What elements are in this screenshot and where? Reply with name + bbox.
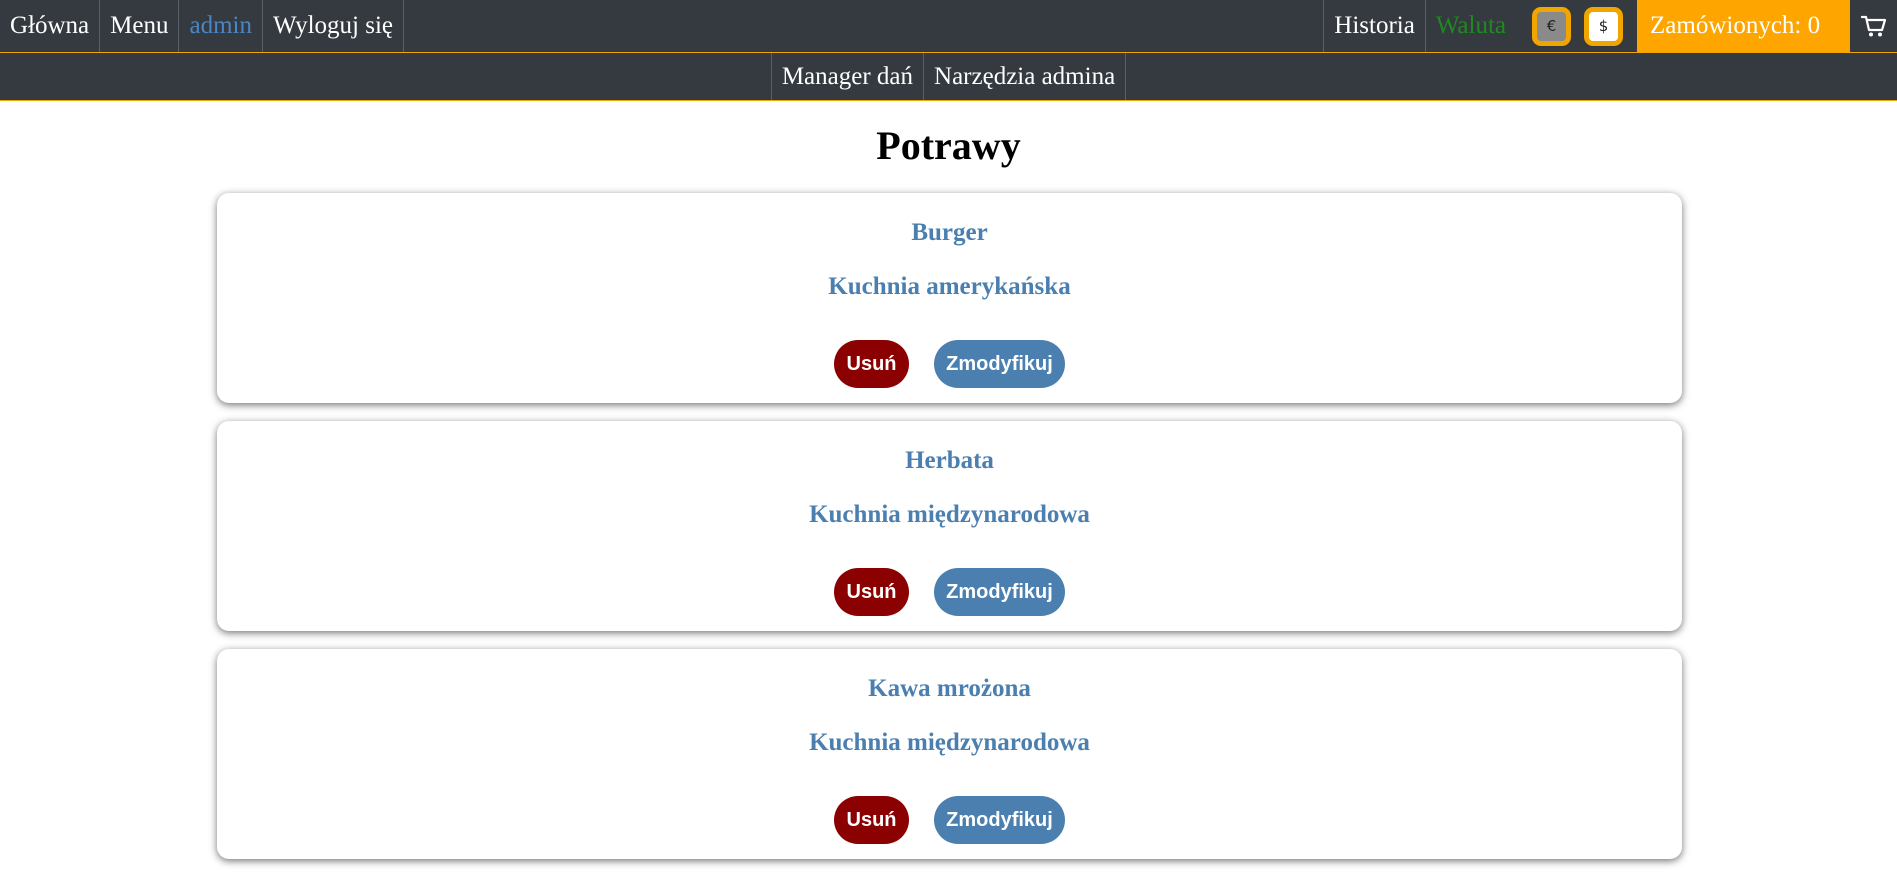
dish-cuisine: Kuchnia amerykańska xyxy=(828,273,1071,300)
modify-dish-button[interactable]: Zmodyfikuj xyxy=(934,568,1065,616)
nav-left: Główna Menu admin Wyloguj się xyxy=(0,0,404,52)
page-title: Potrawy xyxy=(876,123,1021,168)
dish-card: Burger Kuchnia amerykańska Usuń Zmodyfik… xyxy=(217,193,1682,403)
currency-label: Waluta xyxy=(1424,0,1516,52)
nav-home-link[interactable]: Główna xyxy=(0,0,101,52)
modify-dish-button[interactable]: Zmodyfikuj xyxy=(934,796,1065,844)
dish-name: Kawa mrożona xyxy=(868,675,1031,702)
currency-switcher: € $ xyxy=(1516,0,1637,52)
dish-card: Herbata Kuchnia międzynarodowa Usuń Zmod… xyxy=(217,421,1682,631)
dish-list: Burger Kuchnia amerykańska Usuń Zmodyfik… xyxy=(217,193,1682,877)
nav-history-link[interactable]: Historia xyxy=(1323,0,1425,52)
dish-actions: Usuń Zmodyfikuj xyxy=(217,340,1682,388)
nav-logout-link[interactable]: Wyloguj się xyxy=(263,0,404,52)
dish-cuisine: Kuchnia międzynarodowa xyxy=(809,729,1090,756)
modify-dish-button[interactable]: Zmodyfikuj xyxy=(934,340,1065,388)
admin-subnav: Manager dań Narzędzia admina xyxy=(0,53,1897,101)
currency-usd-button[interactable]: $ xyxy=(1584,6,1623,46)
delete-dish-button[interactable]: Usuń xyxy=(834,340,909,388)
delete-dish-button[interactable]: Usuń xyxy=(834,568,909,616)
nav-admin-tools-link[interactable]: Narzędzia admina xyxy=(924,53,1127,100)
dish-cuisine: Kuchnia międzynarodowa xyxy=(809,501,1090,528)
top-navbar: Główna Menu admin Wyloguj się Historia W… xyxy=(0,0,1897,53)
delete-dish-button[interactable]: Usuń xyxy=(834,796,909,844)
nav-user-link[interactable]: admin xyxy=(179,0,263,52)
dish-actions: Usuń Zmodyfikuj xyxy=(217,568,1682,616)
dish-card: Kawa mrożona Kuchnia międzynarodowa Usuń… xyxy=(217,649,1682,859)
nav-right: Historia Waluta € $ Zamówionych: 0 xyxy=(1323,0,1897,52)
nav-menu-link[interactable]: Menu xyxy=(100,0,180,52)
orders-counter-button[interactable]: Zamówionych: 0 xyxy=(1637,0,1850,52)
currency-eur-button[interactable]: € xyxy=(1532,6,1571,46)
cart-button[interactable] xyxy=(1850,0,1897,52)
dish-name: Burger xyxy=(911,219,988,246)
dish-name: Herbata xyxy=(905,447,994,474)
cart-icon xyxy=(1860,15,1886,37)
dish-actions: Usuń Zmodyfikuj xyxy=(217,796,1682,844)
nav-dish-manager-link[interactable]: Manager dań xyxy=(770,53,925,100)
